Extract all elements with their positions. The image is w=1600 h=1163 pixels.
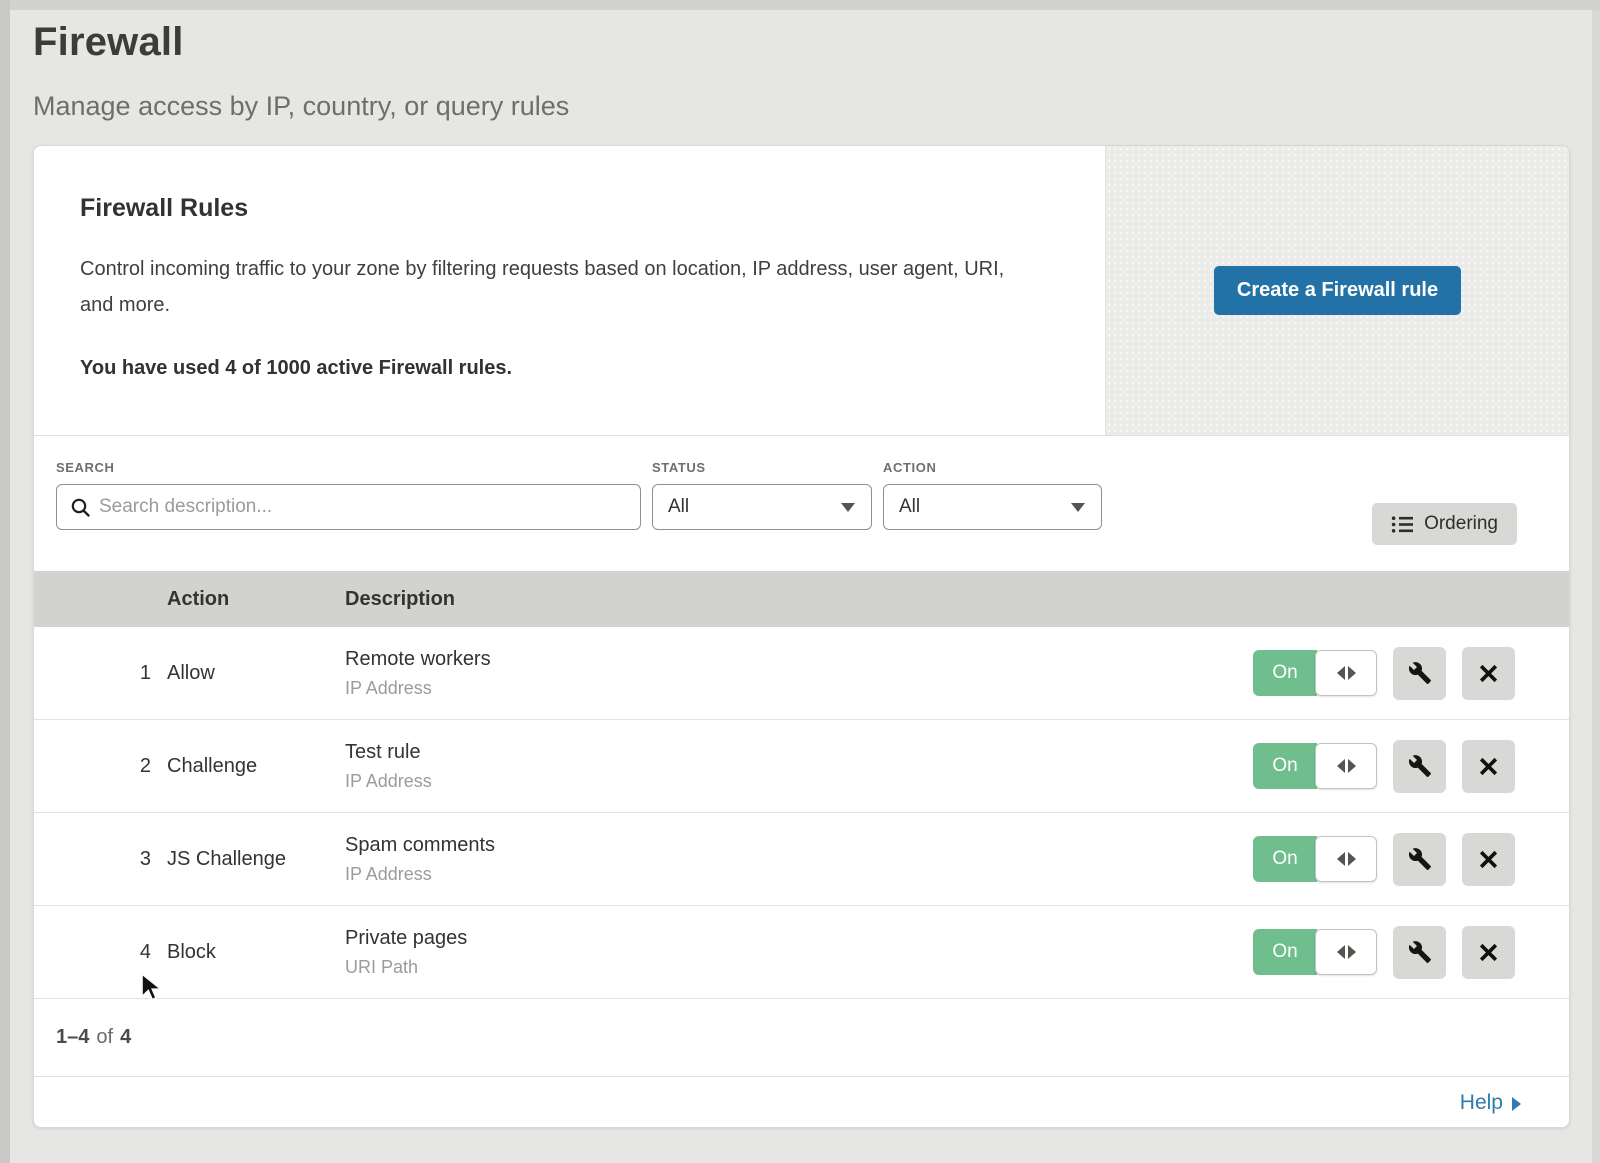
rule-controls: On: [1253, 740, 1569, 793]
search-icon: [70, 497, 92, 519]
chevron-down-icon: [841, 503, 855, 512]
action-select[interactable]: All: [883, 484, 1102, 530]
rule-priority: 3: [34, 848, 159, 871]
status-select-value: All: [668, 496, 689, 518]
rule-action: Allow: [159, 662, 337, 685]
edit-rule-button[interactable]: [1393, 740, 1446, 793]
toggle-arrows-icon: [1315, 929, 1377, 975]
rule-description-cell: Test rule IP Address: [337, 741, 1253, 792]
toggle-arrows-icon: [1315, 650, 1377, 696]
rule-description-cell: Private pages URI Path: [337, 927, 1253, 978]
pagination-total: 4: [120, 1026, 131, 1049]
table-row: 1 Allow Remote workers IP Address On: [34, 627, 1569, 720]
wrench-icon: [1408, 940, 1432, 964]
delete-rule-button[interactable]: [1462, 647, 1515, 700]
rule-controls: On: [1253, 926, 1569, 979]
x-icon: [1478, 849, 1499, 870]
rule-match-type: IP Address: [345, 678, 1253, 699]
delete-rule-button[interactable]: [1462, 926, 1515, 979]
rule-controls: On: [1253, 647, 1569, 700]
rule-priority: 2: [34, 755, 159, 778]
filters-bar: SEARCH STATUS All ACTION: [34, 436, 1569, 571]
toggle-on-label: On: [1253, 929, 1317, 975]
action-select-value: All: [899, 496, 920, 518]
search-input[interactable]: [57, 485, 640, 529]
page-subtitle: Manage access by IP, country, or query r…: [33, 91, 1600, 122]
action-column-header: Action: [159, 588, 337, 611]
rule-description: Private pages: [345, 927, 1253, 950]
rule-controls: On: [1253, 833, 1569, 886]
rule-match-type: URI Path: [345, 957, 1253, 978]
rule-description-cell: Remote workers IP Address: [337, 648, 1253, 699]
card-description: Control incoming traffic to your zone by…: [80, 251, 1030, 323]
rule-enabled-toggle[interactable]: On: [1253, 929, 1377, 975]
rule-description-cell: Spam comments IP Address: [337, 834, 1253, 885]
table-row: 3 JS Challenge Spam comments IP Address …: [34, 813, 1569, 906]
ordering-button-label: Ordering: [1424, 513, 1498, 535]
page-title: Firewall: [33, 20, 1600, 65]
x-icon: [1478, 663, 1499, 684]
description-column-header: Description: [337, 588, 1569, 611]
rule-action: Block: [159, 941, 337, 964]
card-footer: Help: [34, 1077, 1569, 1128]
status-label: STATUS: [652, 460, 872, 475]
pagination-summary: 1–4 of 4: [34, 999, 1569, 1077]
rule-action: JS Challenge: [159, 848, 337, 871]
usage-text: You have used 4 of 1000 active Firewall …: [80, 357, 1075, 380]
create-rule-panel: Create a Firewall rule: [1105, 146, 1569, 435]
rule-enabled-toggle[interactable]: On: [1253, 650, 1377, 696]
search-input-wrap: [56, 484, 641, 530]
rule-enabled-toggle[interactable]: On: [1253, 743, 1377, 789]
firewall-rules-card: Firewall Rules Control incoming traffic …: [33, 145, 1570, 1128]
rules-table-body: 1 Allow Remote workers IP Address On: [34, 627, 1569, 999]
x-icon: [1478, 942, 1499, 963]
pagination-range: 1–4: [56, 1026, 89, 1049]
rule-description: Spam comments: [345, 834, 1253, 857]
table-row: 4 Block Private pages URI Path On: [34, 906, 1569, 999]
ordering-list-icon: [1391, 515, 1414, 534]
create-firewall-rule-button[interactable]: Create a Firewall rule: [1214, 266, 1461, 315]
toggle-on-label: On: [1253, 836, 1317, 882]
wrench-icon: [1408, 847, 1432, 871]
x-icon: [1478, 756, 1499, 777]
toggle-arrows-icon: [1315, 743, 1377, 789]
action-field: ACTION All: [883, 460, 1102, 571]
rule-description: Remote workers: [345, 648, 1253, 671]
toggle-on-label: On: [1253, 743, 1317, 789]
help-link[interactable]: Help: [1460, 1091, 1521, 1115]
rule-enabled-toggle[interactable]: On: [1253, 836, 1377, 882]
page-header: Firewall Manage access by IP, country, o…: [0, 0, 1600, 122]
edit-rule-button[interactable]: [1393, 647, 1446, 700]
help-link-label: Help: [1460, 1091, 1503, 1115]
search-field: SEARCH: [56, 460, 641, 571]
edit-rule-button[interactable]: [1393, 833, 1446, 886]
search-label: SEARCH: [56, 460, 641, 475]
card-heading: Firewall Rules: [80, 194, 1075, 223]
delete-rule-button[interactable]: [1462, 740, 1515, 793]
rule-match-type: IP Address: [345, 864, 1253, 885]
edit-rule-button[interactable]: [1393, 926, 1446, 979]
pagination-of: of: [96, 1026, 113, 1049]
status-select[interactable]: All: [652, 484, 872, 530]
wrench-icon: [1408, 754, 1432, 778]
rule-priority: 1: [34, 662, 159, 685]
rule-description: Test rule: [345, 741, 1253, 764]
status-field: STATUS All: [652, 460, 872, 571]
ordering-button[interactable]: Ordering: [1372, 503, 1517, 545]
triangle-right-icon: [1512, 1097, 1521, 1111]
action-label: ACTION: [883, 460, 1102, 475]
delete-rule-button[interactable]: [1462, 833, 1515, 886]
page: Firewall Manage access by IP, country, o…: [0, 0, 1600, 1163]
toggle-on-label: On: [1253, 650, 1317, 696]
table-row: 2 Challenge Test rule IP Address On: [34, 720, 1569, 813]
firewall-rules-intro: Firewall Rules Control incoming traffic …: [34, 146, 1105, 435]
toggle-arrows-icon: [1315, 836, 1377, 882]
rule-action: Challenge: [159, 755, 337, 778]
rule-match-type: IP Address: [345, 771, 1253, 792]
rule-priority: 4: [34, 941, 159, 964]
table-header: Action Description: [34, 571, 1569, 627]
chevron-down-icon: [1071, 503, 1085, 512]
card-top-section: Firewall Rules Control incoming traffic …: [34, 146, 1569, 436]
wrench-icon: [1408, 661, 1432, 685]
